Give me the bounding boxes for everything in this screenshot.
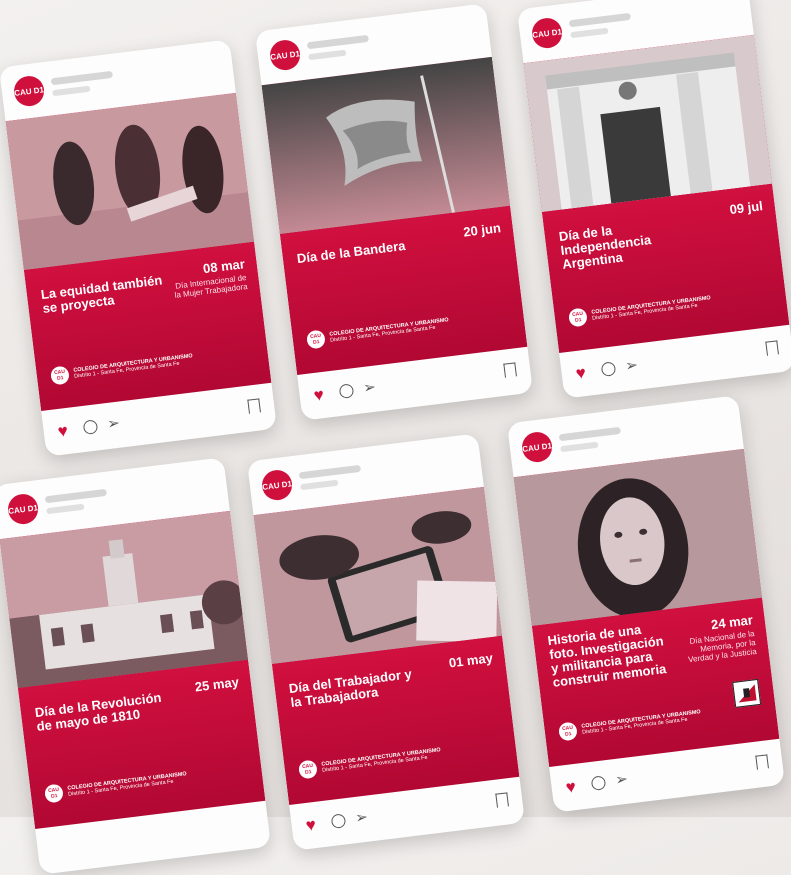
- comment-icon[interactable]: [82, 419, 99, 435]
- org-logo: CAU D1: [297, 759, 318, 780]
- heart-icon[interactable]: ♥: [305, 815, 317, 835]
- post-card[interactable]: CAU D1 Día de la Revolución de mayo de 1…: [0, 457, 272, 875]
- subtitle-placeholder: [308, 49, 347, 61]
- share-icon[interactable]: ➢: [354, 808, 369, 827]
- subtitle-placeholder: [300, 479, 339, 491]
- share-icon[interactable]: ➢: [614, 770, 629, 789]
- photo-casa-historica: [523, 34, 773, 213]
- post-image[interactable]: Día de la Revolución de mayo de 1810 25 …: [0, 510, 266, 830]
- bookmark-icon[interactable]: [503, 362, 517, 378]
- post-date: 09 jul: [728, 198, 764, 218]
- bookmark-icon[interactable]: [765, 340, 779, 356]
- nunca-mas-badge: [732, 678, 762, 708]
- post-card[interactable]: CAU D1 La equidad también se proyecta 08…: [0, 39, 278, 457]
- avatar[interactable]: CAU D1: [260, 468, 294, 502]
- post-title: Día de la Revolución de mayo de 1810: [34, 689, 163, 735]
- photo-women-drawing-plans: [5, 92, 255, 271]
- username-placeholder: [558, 426, 622, 442]
- share-icon[interactable]: ➢: [624, 356, 639, 375]
- avatar[interactable]: CAU D1: [520, 430, 554, 464]
- post-footer: CAU D1 COLEGIO DE ARQUITECTURA Y URBANIS…: [557, 706, 702, 742]
- comment-icon[interactable]: [600, 361, 617, 377]
- username-placeholder: [568, 12, 632, 28]
- post-date: 20 jun: [462, 220, 502, 240]
- username-placeholder: [306, 34, 370, 50]
- subtitle-placeholder: [46, 503, 85, 515]
- post-card[interactable]: CAU D1 Historia de una foto. Investigaci…: [506, 395, 786, 813]
- post-image[interactable]: Día del Trabajador y la Trabajadora 01 m…: [253, 486, 520, 806]
- share-icon[interactable]: ➢: [362, 378, 377, 397]
- post-footer: CAU D1 COLEGIO DE ARQUITECTURA Y URBANIS…: [49, 350, 194, 386]
- post-subtitle: Día Internacional de la Mujer Trabajador…: [174, 273, 249, 300]
- org-logo: CAU D1: [567, 307, 588, 328]
- bookmark-icon[interactable]: [495, 792, 509, 808]
- post-footer: CAU D1 COLEGIO DE ARQUITECTURA Y URBANIS…: [43, 768, 188, 804]
- post-card[interactable]: CAU D1 Día de la Independencia Argentina…: [516, 0, 791, 399]
- photo-flag-on-pole: [261, 56, 511, 235]
- photo-portrait-woman: [513, 448, 763, 627]
- post-title: Historia de una foto. Investigación y mi…: [546, 621, 668, 690]
- subtitle-placeholder: [570, 27, 609, 39]
- avatar[interactable]: CAU D1: [530, 16, 564, 50]
- username-placeholder: [50, 70, 114, 86]
- post-title: Día del Trabajador y la Trabajadora: [288, 666, 413, 711]
- post-image[interactable]: La equidad también se proyecta 08 mar Dí…: [5, 92, 272, 412]
- post-card[interactable]: CAU D1 Día del Trabajador y la Trabajado…: [246, 433, 526, 851]
- post-date: 01 may: [448, 650, 494, 671]
- bookmark-icon[interactable]: [247, 398, 261, 414]
- post-subtitle: Día Nacional de la Memoria, por la Verda…: [687, 629, 758, 665]
- post-card[interactable]: CAU D1 Día de la Bandera 20 jun CAU D1 C…: [254, 3, 534, 421]
- org-logo: CAU D1: [557, 721, 578, 742]
- org-logo: CAU D1: [305, 329, 326, 350]
- share-icon[interactable]: ➢: [106, 414, 121, 433]
- username-placeholder: [44, 488, 108, 504]
- heart-icon[interactable]: ♥: [57, 421, 69, 441]
- avatar[interactable]: CAU D1: [6, 492, 40, 526]
- bookmark-icon[interactable]: [755, 754, 769, 770]
- post-title: La equidad también se proyecta: [40, 272, 164, 317]
- photo-tablet-drawing: [253, 486, 503, 665]
- post-footer: CAU D1 COLEGIO DE ARQUITECTURA Y URBANIS…: [305, 314, 450, 350]
- subtitle-placeholder: [52, 85, 91, 97]
- avatar[interactable]: CAU D1: [268, 38, 302, 72]
- heart-icon[interactable]: ♥: [575, 363, 587, 383]
- post-date: 25 may: [194, 674, 240, 695]
- org-logo: CAU D1: [43, 783, 64, 804]
- org-logo: CAU D1: [49, 365, 70, 386]
- post-image[interactable]: Historia de una foto. Investigación y mi…: [513, 448, 780, 768]
- photo-cabildo: [0, 510, 249, 689]
- post-image[interactable]: Día de la Independencia Argentina 09 jul…: [523, 34, 790, 354]
- post-title: Día de la Independencia Argentina: [558, 222, 652, 272]
- post-title: Día de la Bandera: [296, 237, 407, 267]
- heart-icon[interactable]: ♥: [313, 385, 325, 405]
- post-image[interactable]: Día de la Bandera 20 jun CAU D1 COLEGIO …: [261, 56, 528, 376]
- post-footer: CAU D1 COLEGIO DE ARQUITECTURA Y URBANIS…: [567, 292, 712, 328]
- subtitle-placeholder: [560, 441, 599, 453]
- comment-icon[interactable]: [338, 383, 355, 399]
- comment-icon[interactable]: [330, 813, 347, 829]
- avatar[interactable]: CAU D1: [12, 74, 46, 108]
- post-footer: CAU D1 COLEGIO DE ARQUITECTURA Y URBANIS…: [297, 744, 442, 780]
- heart-icon[interactable]: ♥: [565, 777, 577, 797]
- comment-icon[interactable]: [590, 775, 607, 791]
- username-placeholder: [298, 464, 362, 480]
